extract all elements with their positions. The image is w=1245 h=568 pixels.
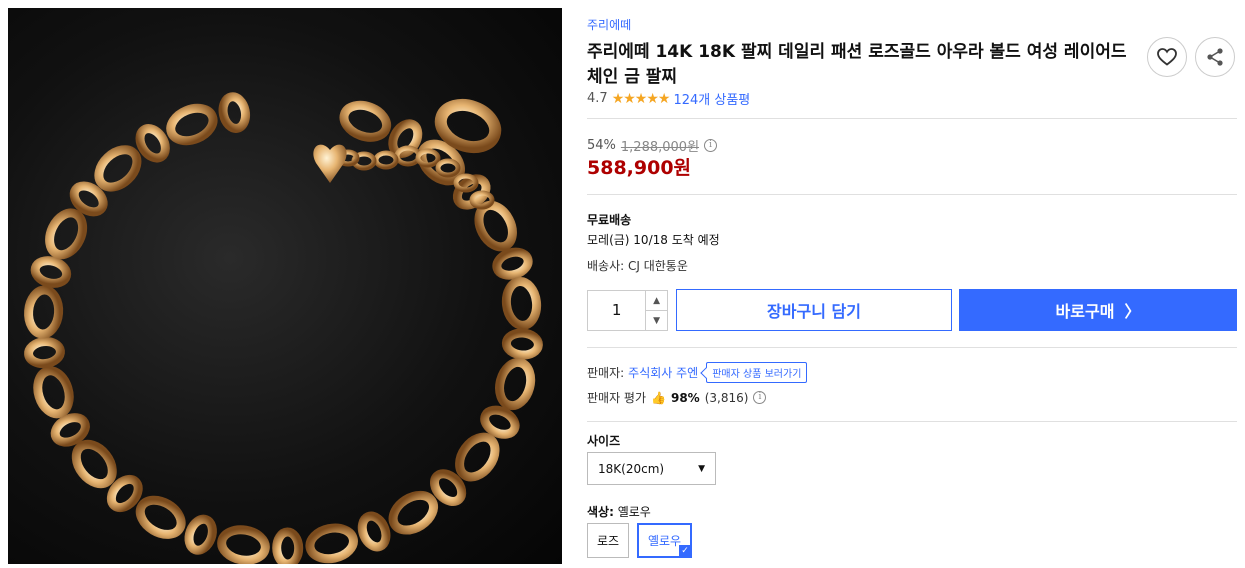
discount-rate: 54%: [587, 138, 616, 153]
chain-link: [24, 337, 65, 369]
chevron-right-icon: 〉: [1124, 302, 1141, 321]
quantity-increase-button[interactable]: ▲: [646, 291, 667, 311]
heart-icon: [1157, 48, 1177, 66]
price-info-icon[interactable]: i: [704, 139, 718, 152]
seller-info-icon[interactable]: i: [753, 391, 767, 404]
seller-rating-row: 판매자 평가 👍 98% (3,816) i: [587, 389, 767, 406]
quantity-input[interactable]: 1: [588, 291, 647, 330]
sale-price: 588,900원: [587, 157, 692, 179]
buy-now-label: 바로구매: [1055, 302, 1115, 321]
chain-link: [33, 366, 74, 419]
chain-link: [305, 523, 358, 564]
seller-rating-percent: 98%: [670, 390, 700, 405]
rating-score: 4.7: [587, 91, 608, 106]
carrier-info: 배송사: CJ 대한통운: [587, 259, 688, 273]
seller-row: 판매자: 주식회사 주엔 판매자 상품 보러가기: [587, 362, 808, 383]
wishlist-button[interactable]: [1147, 37, 1187, 77]
seller-rating-count: (3,816): [704, 390, 749, 405]
size-selected-value: 18K(20cm): [598, 461, 665, 476]
chain-link: [272, 527, 304, 564]
chain-link: [495, 357, 536, 411]
color-option-yellow[interactable]: 옐로우 ✓: [637, 523, 692, 558]
quantity-stepper: 1 ▲ ▼: [587, 290, 668, 331]
product-image[interactable]: [8, 8, 562, 564]
quantity-arrows: ▲ ▼: [646, 291, 667, 330]
chain-link: [501, 276, 542, 330]
size-select[interactable]: 18K(20cm) ▼: [587, 452, 716, 485]
chain-link: [184, 514, 217, 555]
check-icon: ✓: [679, 545, 691, 557]
chain-link: [30, 256, 72, 288]
chain-link: [388, 490, 438, 535]
review-count-link[interactable]: 124개 상품평: [673, 89, 750, 108]
color-label: 색상: 옐로우: [587, 503, 651, 520]
thumbs-up-icon: 👍: [651, 390, 666, 405]
chain-link: [45, 208, 88, 260]
share-icon: [1207, 48, 1223, 66]
seller-name-link[interactable]: 주식회사 주엔: [628, 364, 698, 381]
bracelet-image: [24, 92, 543, 564]
chain-link: [492, 247, 533, 280]
star-rating-icon: ★★★★★: [611, 90, 671, 107]
buy-now-button[interactable]: 바로구매 〉: [959, 289, 1237, 331]
chain-link: [218, 92, 251, 133]
chain-link: [94, 145, 142, 192]
chain-link: [217, 525, 270, 564]
size-label: 사이즈: [587, 434, 621, 448]
chain-link: [357, 511, 391, 552]
chain-link: [455, 432, 500, 482]
quantity-decrease-button[interactable]: ▼: [646, 311, 667, 330]
divider: [587, 421, 1237, 422]
add-to-cart-button[interactable]: 장바구니 담기: [676, 289, 952, 331]
product-title: 주리에떼 14K 18K 팔찌 데일리 패션 로즈골드 아우라 볼드 여성 레이…: [587, 42, 1127, 87]
brand-link[interactable]: 주리에떼: [587, 16, 631, 33]
color-option-yellow-label: 옐로우: [647, 534, 682, 548]
seller-label: 판매자:: [587, 366, 625, 380]
shipping-title: 무료배송: [587, 213, 632, 227]
divider: [587, 347, 1237, 348]
chain-link: [24, 285, 64, 339]
seller-rating-label: 판매자 평가: [587, 391, 647, 405]
product-info: 주리에떼 주리에떼 14K 18K 팔찌 데일리 패션 로즈골드 아우라 볼드 …: [587, 0, 1237, 568]
chain-link: [166, 103, 218, 146]
chain-link: [135, 495, 186, 539]
color-option-rose[interactable]: 로즈: [587, 523, 629, 558]
divider: [587, 118, 1237, 119]
color-label-title: 색상:: [587, 505, 614, 519]
chain-link: [71, 439, 117, 489]
rating-row: 4.7 ★★★★★ 124개 상품평: [587, 89, 750, 109]
chain-link: [339, 100, 392, 142]
chain-link: [501, 328, 543, 360]
color-selected-value: 옐로우: [617, 505, 651, 519]
seller-products-link[interactable]: 판매자 상품 보러가기: [706, 362, 808, 383]
arrival-date: 모레(금) 10/18 도착 예정: [587, 233, 720, 247]
divider: [587, 194, 1237, 195]
share-button[interactable]: [1195, 37, 1235, 77]
caret-down-icon: ▼: [698, 463, 705, 474]
